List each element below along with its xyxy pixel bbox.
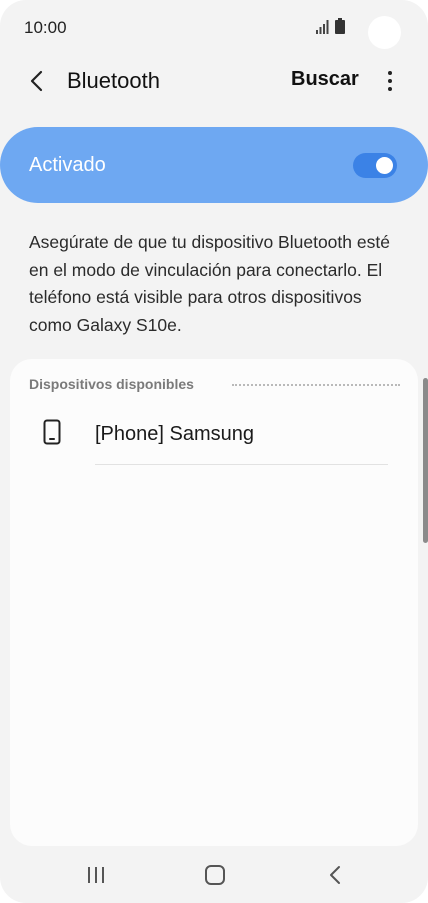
more-vertical-icon — [388, 71, 392, 75]
back-icon[interactable] — [326, 865, 344, 885]
bluetooth-switch[interactable] — [353, 153, 397, 178]
back-button[interactable] — [22, 66, 52, 96]
toggle-label: Activado — [29, 154, 106, 176]
signal-icon — [316, 20, 329, 34]
home-icon[interactable] — [205, 865, 225, 885]
section-header: Dispositivos disponibles — [29, 376, 194, 392]
scrollbar[interactable] — [423, 378, 428, 543]
phone-screen: 10:00 Bluetooth Buscar Activado Asegúrat… — [0, 0, 428, 903]
row-divider — [95, 464, 388, 465]
phone-icon — [43, 419, 61, 445]
visibility-description: Asegúrate de que tu dispositivo Bluetoot… — [29, 232, 390, 335]
device-item[interactable]: [Phone] Samsung — [10, 403, 418, 465]
more-vertical-icon-dot — [388, 79, 392, 83]
device-name: [Phone] Samsung — [95, 423, 254, 445]
battery-icon — [335, 18, 345, 34]
navigation-bar — [0, 846, 428, 903]
camera-cutout — [368, 16, 401, 49]
more-vertical-icon-dot — [388, 87, 392, 91]
search-button[interactable]: Buscar — [291, 68, 359, 91]
recent-apps-icon[interactable] — [86, 866, 106, 884]
switch-knob — [374, 155, 395, 176]
available-devices-card: Dispositivos disponibles [Phone] Samsung — [10, 359, 418, 846]
back-arrow-icon — [30, 70, 43, 92]
status-bar: 10:00 — [0, 0, 428, 58]
page-title: Bluetooth — [67, 68, 160, 93]
status-time: 10:00 — [24, 18, 67, 37]
more-options-button[interactable] — [380, 66, 400, 96]
section-divider — [232, 384, 400, 386]
app-header: Bluetooth Buscar — [0, 58, 428, 104]
